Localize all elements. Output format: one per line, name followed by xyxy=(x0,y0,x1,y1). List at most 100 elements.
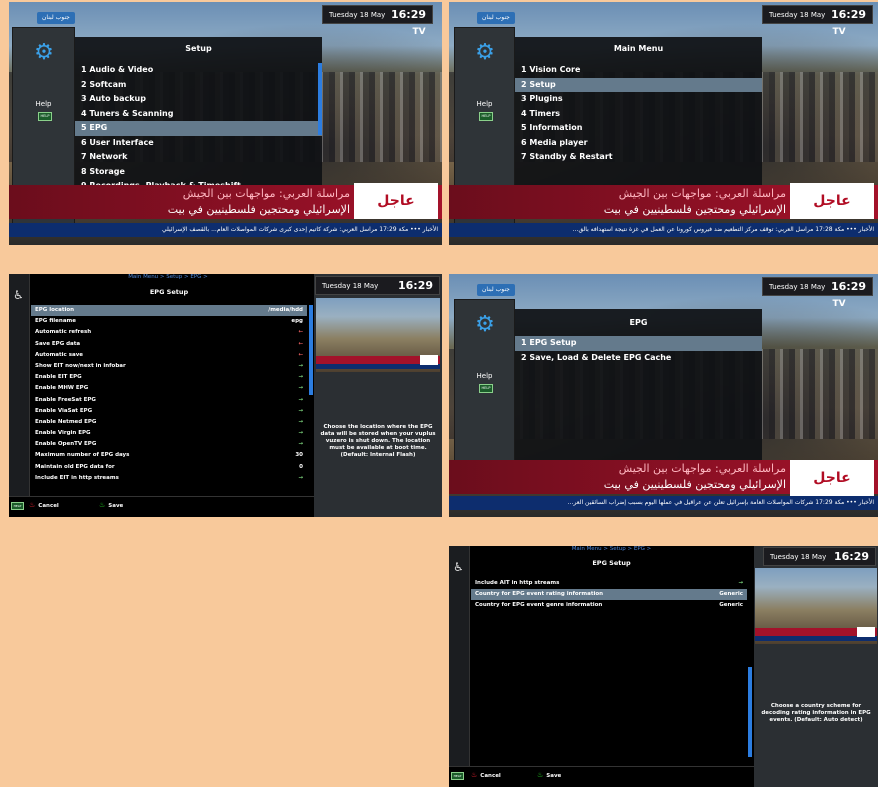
setting-value[interactable]: Generic xyxy=(719,589,743,600)
setting-value[interactable]: → xyxy=(298,473,303,484)
epg-menu-item[interactable]: 2 Save, Load & Delete EPG Cache xyxy=(515,351,762,366)
main-menu-item[interactable]: 3 Plugins xyxy=(515,92,762,107)
panel-setup-menu: جنوب لبنان Tuesday 18 May 16:29 TV ⚙ Hel… xyxy=(9,2,442,245)
setting-label: EPG location xyxy=(35,307,75,313)
setting-row[interactable]: EPG location/media/hdd xyxy=(31,305,307,317)
setting-value[interactable]: Generic xyxy=(719,600,743,611)
setting-row[interactable]: Automatic save ← xyxy=(31,350,307,361)
ticker-headline-top: مراسلة العربي: مواجهات بين الجيش xyxy=(618,462,786,475)
setup-menu-item[interactable]: 7 Network xyxy=(75,150,322,165)
cancel-button[interactable]: ♨ Cancel xyxy=(471,771,501,779)
setup-menu-item[interactable]: 6 User Interface xyxy=(75,136,322,151)
page-title: EPG Setup xyxy=(592,559,631,567)
setting-row[interactable]: Enable Netmed EPG → xyxy=(31,417,307,428)
setting-row[interactable]: Enable OpenTV EPG → xyxy=(31,439,307,450)
gear-icon: ⚙ xyxy=(34,40,54,65)
setup-menu-item[interactable]: 4 Tuners & Scanning xyxy=(75,107,322,122)
setting-row[interactable]: Maintain old EPG data for 0 xyxy=(31,462,307,473)
setting-row[interactable]: Include EIT in http streams → xyxy=(31,473,307,484)
setting-row[interactable]: EPG filename epg xyxy=(31,316,307,327)
help-key-icon[interactable]: HELP xyxy=(479,112,493,121)
setting-value[interactable]: → xyxy=(298,383,303,394)
settings-list: Include AIT in http streams → Country for … xyxy=(471,578,747,612)
setting-value[interactable]: /media/hdd xyxy=(268,305,303,316)
ticker-headline-bottom: الإسرائيلي ومحتجين فلسطينيين في بيت xyxy=(603,203,786,216)
clock-time: 16:29 xyxy=(390,8,426,21)
main-menu-item[interactable]: 7 Standby & Restart xyxy=(515,150,762,165)
help-key-icon[interactable]: HELP xyxy=(451,772,464,780)
setting-value[interactable]: → xyxy=(298,395,303,406)
setting-row[interactable]: Automatic refresh ← xyxy=(31,327,307,338)
setting-row[interactable]: Enable Virgin EPG → xyxy=(31,428,307,439)
setting-row[interactable]: Maximum number of EPG days 30 xyxy=(31,450,307,461)
setting-value[interactable]: ← xyxy=(298,350,303,361)
setting-value[interactable]: 30 xyxy=(295,450,303,461)
setting-row[interactable]: Enable ViaSat EPG → xyxy=(31,406,307,417)
setting-value[interactable]: 0 xyxy=(299,462,303,473)
setting-row[interactable]: Enable FreeSat EPG → xyxy=(31,395,307,406)
setting-value[interactable]: ← xyxy=(298,327,303,338)
tv-preview xyxy=(316,298,440,372)
setting-value[interactable]: → xyxy=(298,428,303,439)
setting-row[interactable]: Country for EPG event genre information G… xyxy=(471,600,747,611)
setting-value[interactable]: → xyxy=(298,439,303,450)
left-strip: ♿ xyxy=(449,546,470,787)
setting-value[interactable]: ← xyxy=(298,339,303,350)
main-menu-item[interactable]: 2 Setup xyxy=(515,77,762,92)
main-menu-item[interactable]: 6 Media player xyxy=(515,136,762,151)
gear-icon: ⚙ xyxy=(475,40,495,65)
help-key-icon[interactable]: HELP xyxy=(38,112,52,121)
channel-badge: جنوب لبنان xyxy=(477,12,515,24)
scrollbar[interactable] xyxy=(318,63,322,135)
clock-date: Tuesday 18 May xyxy=(769,10,826,19)
setup-menu-item[interactable]: 1 Audio & Video xyxy=(75,63,322,78)
setup-menu-item[interactable]: 2 Softcam xyxy=(75,78,322,93)
tv-preview xyxy=(755,568,877,644)
setting-label: Enable Virgin EPG xyxy=(35,430,91,437)
menu-title: Main Menu xyxy=(613,44,664,53)
settings-list: EPG location/media/hdd EPG filename epg Aut… xyxy=(31,305,307,484)
setup-menu-item[interactable]: 3 Auto backup xyxy=(75,92,322,107)
setting-row[interactable]: Enable EIT EPG → xyxy=(31,372,307,383)
menu-title: EPG xyxy=(629,318,648,327)
cancel-label: Cancel xyxy=(38,503,59,509)
channel-badge: جنوب لبنان xyxy=(37,12,75,24)
setting-value[interactable]: → xyxy=(298,372,303,383)
help-description: Choose a country scheme for decoding rat… xyxy=(761,703,871,723)
setting-label: Enable EIT EPG xyxy=(35,374,82,381)
breaking-label: عاجل xyxy=(790,460,874,496)
epg-menu-item[interactable]: 1 EPG Setup xyxy=(515,336,762,351)
cancel-button[interactable]: ♨ Cancel xyxy=(29,501,59,509)
setting-row[interactable]: Country for EPG event rating information… xyxy=(471,589,747,601)
main-menu-item[interactable]: 5 Information xyxy=(515,121,762,136)
main-menu-item[interactable]: 1 Vision Core xyxy=(515,63,762,78)
setting-value[interactable]: → xyxy=(298,361,303,372)
help-key-icon[interactable]: HELP xyxy=(479,384,493,393)
clock-time: 16:29 xyxy=(397,279,433,292)
channel-logo-icon: TV xyxy=(412,27,426,37)
setting-value[interactable]: epg xyxy=(291,316,303,327)
info-panel: Tuesday 18 May 16:29 Choose a country sc… xyxy=(754,546,878,787)
save-button[interactable]: ♨ Save xyxy=(99,501,123,509)
clock-date: Tuesday 18 May xyxy=(770,552,827,561)
main-menu-item[interactable]: 4 Timers xyxy=(515,107,762,122)
setting-row[interactable]: Include AIT in http streams → xyxy=(471,578,747,589)
help-key-icon[interactable]: HELP xyxy=(11,502,24,510)
clock-date: Tuesday 18 May xyxy=(322,281,379,290)
panel-epg-menu: جنوب لبنان Tuesday 18 May 16:29 TV ⚙ Hel… xyxy=(449,274,878,517)
setting-value[interactable]: → xyxy=(738,578,743,589)
setting-value[interactable]: → xyxy=(298,417,303,428)
scrollbar[interactable] xyxy=(748,667,752,757)
setup-menu-item[interactable]: 5 EPG xyxy=(75,121,322,136)
save-label: Save xyxy=(108,503,124,509)
setting-row[interactable]: Save EPG data ← xyxy=(31,339,307,350)
setting-label: Enable OpenTV EPG xyxy=(35,441,97,448)
setup-menu-item[interactable]: 8 Storage xyxy=(75,165,322,180)
scrollbar[interactable] xyxy=(309,305,313,395)
setting-row[interactable]: Enable MHW EPG → xyxy=(31,383,307,394)
setting-value[interactable]: → xyxy=(298,406,303,417)
channel-badge: جنوب لبنان xyxy=(477,284,515,296)
setting-row[interactable]: Show EIT now/next in infobar → xyxy=(31,361,307,372)
ticker-headline-bottom: الإسرائيلي ومحتجين فلسطينيين في بيت xyxy=(167,203,350,216)
save-button[interactable]: ♨ Save xyxy=(537,771,561,779)
